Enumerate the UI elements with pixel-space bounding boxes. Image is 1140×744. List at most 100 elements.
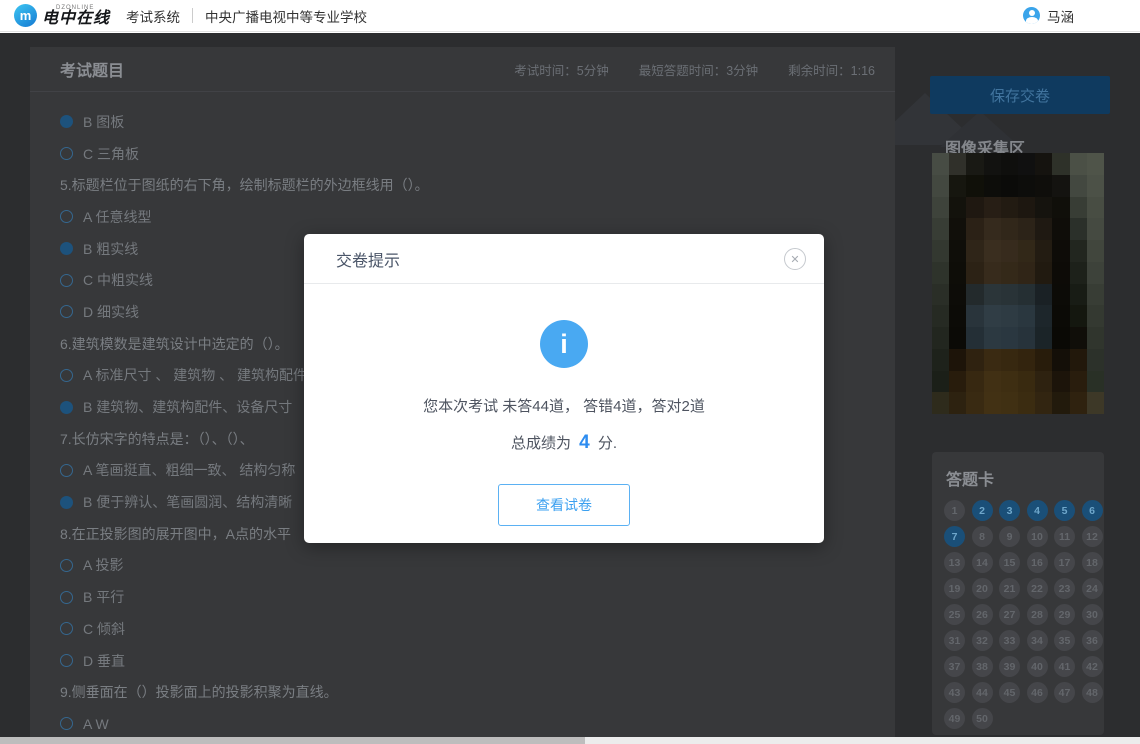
answer-circle-28[interactable]: 28 (1027, 604, 1048, 625)
radio-unselected-icon[interactable] (60, 147, 73, 160)
answer-circle-42[interactable]: 42 (1082, 656, 1103, 677)
answer-circle-6[interactable]: 6 (1082, 500, 1103, 521)
answer-circle-15[interactable]: 15 (999, 552, 1020, 573)
radio-unselected-icon[interactable] (60, 559, 73, 572)
answer-circle-49[interactable]: 49 (944, 708, 965, 729)
radio-unselected-icon[interactable] (60, 210, 73, 223)
radio-selected-icon[interactable] (60, 115, 73, 128)
answer-circle-2[interactable]: 2 (972, 500, 993, 521)
user-avatar-icon[interactable] (1023, 7, 1040, 24)
answer-circle-35[interactable]: 35 (1054, 630, 1075, 651)
radio-unselected-icon[interactable] (60, 622, 73, 635)
option-row[interactable]: B 图板 (60, 106, 865, 138)
answer-circle-26[interactable]: 26 (972, 604, 993, 625)
answer-circle-24[interactable]: 24 (1082, 578, 1103, 599)
user-menu[interactable]: 马涵 (1023, 6, 1074, 26)
option-row[interactable]: A 任意线型 (60, 201, 865, 233)
answer-circle-25[interactable]: 25 (944, 604, 965, 625)
view-paper-button[interactable]: 查看试卷 (498, 484, 630, 526)
answer-circle-33[interactable]: 33 (999, 630, 1020, 651)
option-row[interactable]: D 垂直 (60, 645, 865, 677)
answer-circle-12[interactable]: 12 (1082, 526, 1103, 547)
option-label[interactable]: A W (83, 716, 109, 732)
radio-unselected-icon[interactable] (60, 369, 73, 382)
answer-circle-46[interactable]: 46 (1027, 682, 1048, 703)
option-row[interactable]: C 三角板 (60, 138, 865, 170)
radio-unselected-icon[interactable] (60, 717, 73, 730)
answer-circle-9[interactable]: 9 (999, 526, 1020, 547)
answer-circle-1[interactable]: 1 (944, 500, 965, 521)
answer-circle-5[interactable]: 5 (1054, 500, 1075, 521)
horizontal-scrollbar-thumb[interactable] (0, 737, 585, 744)
answer-circle-4[interactable]: 4 (1027, 500, 1048, 521)
logo-icon: m (14, 4, 37, 27)
photo-pixel (1001, 284, 1018, 306)
answer-circle-31[interactable]: 31 (944, 630, 965, 651)
option-label[interactable]: B 建筑物、建筑构配件、设备尺寸 (83, 397, 292, 417)
answer-circle-39[interactable]: 39 (999, 656, 1020, 677)
radio-unselected-icon[interactable] (60, 654, 73, 667)
option-label[interactable]: A 标准尺寸 、 建筑物 、 建筑构配件 (83, 365, 307, 385)
answer-circle-3[interactable]: 3 (999, 500, 1020, 521)
option-label[interactable]: A 投影 (83, 555, 123, 575)
answer-circle-38[interactable]: 38 (972, 656, 993, 677)
answer-circle-32[interactable]: 32 (972, 630, 993, 651)
option-label[interactable]: B 粗实线 (83, 239, 138, 259)
answer-circle-27[interactable]: 27 (999, 604, 1020, 625)
option-label[interactable]: B 图板 (83, 112, 124, 132)
photo-pixel (1087, 392, 1104, 414)
option-label[interactable]: C 三角板 (83, 144, 139, 164)
answer-circle-7[interactable]: 7 (944, 526, 965, 547)
answer-circle-41[interactable]: 41 (1054, 656, 1075, 677)
option-label[interactable]: D 细实线 (83, 302, 139, 322)
option-row[interactable]: B 平行 (60, 581, 865, 613)
answer-circle-11[interactable]: 11 (1054, 526, 1075, 547)
option-row[interactable]: C 倾斜 (60, 613, 865, 645)
answer-circle-37[interactable]: 37 (944, 656, 965, 677)
radio-unselected-icon[interactable] (60, 464, 73, 477)
radio-unselected-icon[interactable] (60, 591, 73, 604)
option-row[interactable]: A W (60, 708, 865, 740)
answer-circle-19[interactable]: 19 (944, 578, 965, 599)
option-label[interactable]: B 便于辨认、笔画圆润、结构清晰 (83, 492, 292, 512)
answer-circle-23[interactable]: 23 (1054, 578, 1075, 599)
option-label[interactable]: D 垂直 (83, 651, 125, 671)
close-icon[interactable]: ✕ (784, 248, 806, 270)
answer-circle-14[interactable]: 14 (972, 552, 993, 573)
option-label[interactable]: A 笔画挺直、粗细一致、 结构匀称 (83, 460, 295, 480)
option-label[interactable]: C 倾斜 (83, 619, 125, 639)
answer-circle-29[interactable]: 29 (1054, 604, 1075, 625)
answer-circle-36[interactable]: 36 (1082, 630, 1103, 651)
radio-selected-icon[interactable] (60, 242, 73, 255)
answer-circle-40[interactable]: 40 (1027, 656, 1048, 677)
answer-circle-10[interactable]: 10 (1027, 526, 1048, 547)
answer-circle-50[interactable]: 50 (972, 708, 993, 729)
answer-circle-13[interactable]: 13 (944, 552, 965, 573)
answer-circle-22[interactable]: 22 (1027, 578, 1048, 599)
answer-circle-16[interactable]: 16 (1027, 552, 1048, 573)
answer-circle-18[interactable]: 18 (1082, 552, 1103, 573)
answer-circle-48[interactable]: 48 (1082, 682, 1103, 703)
answer-circle-8[interactable]: 8 (972, 526, 993, 547)
photo-pixel (1018, 262, 1035, 284)
answer-circle-44[interactable]: 44 (972, 682, 993, 703)
option-label[interactable]: A 任意线型 (83, 207, 151, 227)
radio-selected-icon[interactable] (60, 496, 73, 509)
answer-circle-47[interactable]: 47 (1054, 682, 1075, 703)
option-row[interactable]: A 投影 (60, 550, 865, 582)
radio-unselected-icon[interactable] (60, 274, 73, 287)
radio-unselected-icon[interactable] (60, 305, 73, 318)
answer-circle-34[interactable]: 34 (1027, 630, 1048, 651)
answer-circle-30[interactable]: 30 (1082, 604, 1103, 625)
save-submit-button[interactable]: 保存交卷 (930, 76, 1110, 114)
answer-circle-21[interactable]: 21 (999, 578, 1020, 599)
score-line: 总成绩为 4 分. (304, 432, 824, 454)
answer-circle-43[interactable]: 43 (944, 682, 965, 703)
answer-circle-17[interactable]: 17 (1054, 552, 1075, 573)
radio-selected-icon[interactable] (60, 401, 73, 414)
answer-circle-45[interactable]: 45 (999, 682, 1020, 703)
horizontal-scrollbar-track[interactable] (0, 737, 1140, 744)
answer-circle-20[interactable]: 20 (972, 578, 993, 599)
option-label[interactable]: B 平行 (83, 587, 124, 607)
option-label[interactable]: C 中粗实线 (83, 270, 153, 290)
